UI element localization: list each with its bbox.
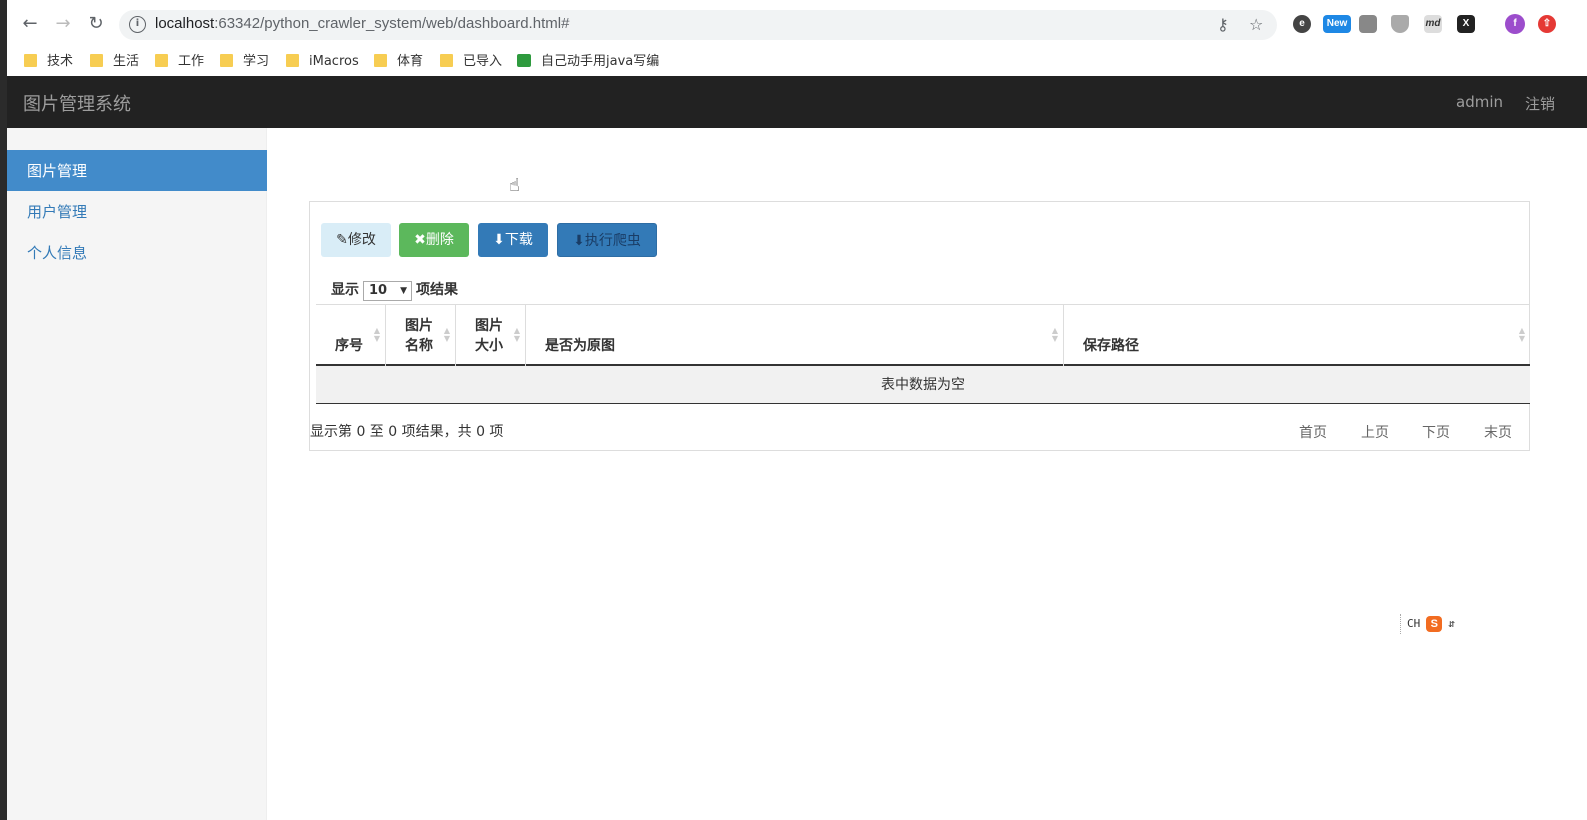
app-brand[interactable]: 图片管理系统	[23, 90, 131, 116]
app-navbar: 图片管理系统 admin 注销	[7, 76, 1587, 128]
bookmark-item[interactable]: 技术	[24, 52, 73, 72]
download-icon: ⬇	[573, 233, 585, 249]
bookmark-item[interactable]: 已导入	[440, 52, 502, 72]
logout-link[interactable]: 注销	[1525, 93, 1555, 114]
extension-md-icon[interactable]: md	[1424, 15, 1442, 33]
back-icon[interactable]: ←	[19, 13, 41, 35]
url-text[interactable]: localhost:63342/python_crawler_system/we…	[155, 15, 569, 32]
table-empty-row: 表中数据为空	[316, 366, 1530, 404]
bookmark-item[interactable]: 工作	[155, 52, 204, 72]
bookmark-item[interactable]: 生活	[90, 52, 139, 72]
profile-avatar[interactable]: f	[1505, 14, 1525, 34]
bookmark-item[interactable]: 体育	[374, 52, 423, 72]
browser-toolbar: ← → ↻ i localhost:63342/python_crawler_s…	[7, 0, 1587, 48]
user-link[interactable]: admin	[1456, 93, 1503, 111]
length-prefix: 显示	[331, 282, 359, 298]
page-length-select[interactable]: 10 ▼	[363, 281, 412, 301]
folder-icon	[90, 54, 103, 67]
download-icon: ⬇	[493, 232, 505, 248]
sidebar-item-image-management[interactable]: 图片管理	[7, 150, 267, 191]
extension-update-icon[interactable]: ⇧	[1538, 15, 1556, 33]
extension-screenshot-icon[interactable]	[1359, 15, 1377, 33]
data-table: 序号 ▲ ▼ 图片 名称 ▲ ▼ 图片 大小 ▲ ▼ 是否为原图 ▲ ▼ 保存路径 ▲ ▼	[316, 304, 1530, 404]
forward-icon[interactable]: →	[52, 13, 74, 35]
key-icon[interactable]: ⚷	[1217, 15, 1229, 34]
bookmark-page-icon	[517, 54, 531, 67]
download-button[interactable]: ⬇下载	[478, 223, 548, 257]
ime-menu-icon[interactable]: ⇵	[1448, 617, 1455, 630]
extension-new-icon[interactable]: New	[1323, 15, 1351, 33]
bookmarks-bar: 技术 生活 工作 学习 iMacros 体育 已导入 自己动手用java写编	[7, 48, 1587, 76]
folder-icon	[220, 54, 233, 67]
table-header: 序号 ▲ ▼ 图片 名称 ▲ ▼ 图片 大小 ▲ ▼ 是否为原图 ▲ ▼ 保存路径 ▲ ▼	[316, 304, 1530, 366]
column-header-image-size[interactable]: 图片 大小 ▲ ▼	[456, 305, 526, 366]
folder-icon	[286, 54, 299, 67]
chevron-down-icon: ▼	[400, 286, 407, 296]
run-crawler-button[interactable]: ⬇执行爬虫	[557, 223, 657, 257]
folder-icon	[440, 54, 453, 67]
column-header-is-original[interactable]: 是否为原图 ▲ ▼	[526, 305, 1064, 366]
bookmark-item[interactable]: 学习	[220, 52, 269, 72]
close-icon: ✖	[414, 232, 426, 248]
folder-icon	[374, 54, 387, 67]
browser-window: ← → ↻ i localhost:63342/python_crawler_s…	[7, 0, 1587, 820]
table-info: 显示第 0 至 0 项结果，共 0 项	[310, 424, 504, 440]
sort-icon: ▲ ▼	[443, 326, 450, 343]
site-info-icon[interactable]: i	[129, 16, 146, 33]
sort-icon: ▲ ▼	[373, 326, 380, 343]
extension-shield-icon[interactable]	[1391, 15, 1409, 33]
reload-icon[interactable]: ↻	[85, 13, 107, 35]
ime-indicator[interactable]: CH S ⇵	[1400, 614, 1472, 634]
sogou-logo-icon: S	[1426, 616, 1443, 632]
sort-icon: ▲ ▼	[1051, 326, 1058, 343]
bookmark-star-icon[interactable]: ☆	[1249, 15, 1263, 34]
hand-cursor-icon: ☝	[509, 175, 520, 196]
pagination-first[interactable]: 首页	[1299, 422, 1327, 442]
pagination-prev[interactable]: 上页	[1361, 422, 1389, 442]
sort-icon: ▲ ▼	[513, 326, 520, 343]
delete-button[interactable]: ✖删除	[399, 223, 469, 257]
bookmark-item[interactable]: iMacros	[286, 52, 359, 72]
sidebar: 图片管理 用户管理 个人信息	[7, 128, 267, 820]
column-header-image-name[interactable]: 图片 名称 ▲ ▼	[386, 305, 456, 366]
extension-e-icon[interactable]: e	[1293, 15, 1311, 33]
bookmark-item[interactable]: 自己动手用java写编	[517, 52, 659, 72]
column-header-index[interactable]: 序号 ▲ ▼	[316, 305, 386, 366]
page-length-control: 显示 10 ▼ 项结果	[331, 279, 458, 301]
edit-button[interactable]: ✎修改	[321, 223, 391, 257]
pencil-icon: ✎	[336, 232, 348, 248]
folder-icon	[24, 54, 37, 67]
sidebar-item-user-management[interactable]: 用户管理	[7, 191, 267, 232]
pagination-last[interactable]: 末页	[1484, 422, 1512, 442]
address-bar[interactable]: i localhost:63342/python_crawler_system/…	[119, 10, 1277, 40]
image-table-panel: ✎修改 ✖删除 ⬇下载 ⬇执行爬虫 显示 10 ▼ 项结果 序号 ▲ ▼ 图片 名称 ▲ ▼…	[309, 201, 1530, 451]
column-header-save-path[interactable]: 保存路径 ▲ ▼	[1064, 305, 1530, 366]
pagination-next[interactable]: 下页	[1422, 422, 1450, 442]
sort-icon: ▲ ▼	[1518, 326, 1525, 343]
folder-icon	[155, 54, 168, 67]
sidebar-item-profile[interactable]: 个人信息	[7, 232, 267, 273]
length-suffix: 项结果	[416, 282, 458, 298]
extension-x-icon[interactable]: X	[1457, 15, 1475, 33]
